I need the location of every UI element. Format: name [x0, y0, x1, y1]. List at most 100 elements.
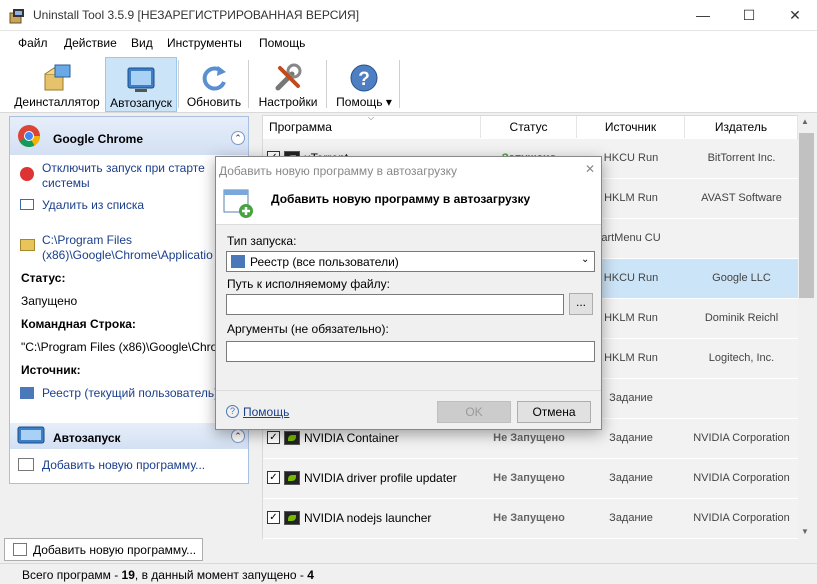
publisher-value: BitTorrent Inc. — [707, 152, 776, 164]
program-path-line1[interactable]: C:\Program Files — [42, 233, 132, 247]
dialog-title: Добавить новую программу в автозагрузку — [219, 164, 458, 178]
autorun-icon — [127, 67, 155, 92]
dialog-close-button[interactable]: ✕ — [585, 162, 595, 176]
status-value: Не Запущено — [493, 512, 565, 524]
source-label: Источник: — [21, 363, 81, 377]
add-program-button-label: Добавить новую программу... — [33, 543, 197, 557]
menu-file[interactable]: Файл — [18, 36, 48, 50]
toolbar-help-button[interactable]: ? Помощь ▾ — [330, 57, 398, 112]
column-header-status[interactable]: Статус — [481, 116, 577, 138]
row-checkbox[interactable]: ✓ — [267, 511, 280, 524]
cancel-button[interactable]: Отмена — [517, 401, 591, 423]
remove-from-list-link[interactable]: Удалить из списка — [42, 198, 144, 212]
disable-autorun-link-line2[interactable]: системы — [42, 176, 90, 190]
add-program-button[interactable]: Добавить новую программу... — [4, 538, 203, 561]
program-name: NVIDIA driver profile updater — [304, 471, 457, 485]
sort-arrow-icon: ⌵ — [368, 113, 375, 122]
command-line-value: "C:\Program Files (x86)\Google\Chro — [21, 340, 218, 354]
exe-path-label: Путь к исполняемому файлу: — [227, 277, 390, 291]
add-window-icon — [223, 189, 253, 218]
scrollbar-thumb[interactable] — [799, 133, 814, 298]
toolbar-autorun-label: Автозапуск — [110, 96, 172, 110]
arguments-input[interactable] — [226, 341, 595, 362]
help-circle-icon: ? — [226, 405, 239, 418]
publisher-value: NVIDIA Corporation — [693, 432, 790, 444]
publisher-value: NVIDIA Corporation — [693, 512, 790, 524]
status-value: Не Запущено — [493, 472, 565, 484]
window-title: Uninstall Tool 3.5.9 [НЕЗАРЕГИСТРИРОВАНН… — [33, 8, 360, 22]
refresh-icon — [202, 66, 226, 91]
toolbar-uninstaller-label: Деинсталлятор — [14, 95, 100, 109]
program-icon — [284, 431, 300, 445]
menu-action[interactable]: Действие — [64, 36, 117, 50]
chrome-icon — [18, 125, 40, 147]
toolbar-autorun-button[interactable]: Автозапуск — [105, 57, 177, 112]
disable-autorun-link[interactable]: Отключить запуск при старте — [42, 161, 205, 175]
registry-icon — [231, 255, 245, 268]
toolbar-separator — [399, 60, 400, 108]
source-value: Задание — [609, 432, 653, 444]
publisher-value: NVIDIA Corporation — [693, 472, 790, 484]
status-text: Всего программ - 19, в данный момент зап… — [22, 568, 314, 582]
scroll-up-arrow-icon[interactable]: ▲ — [801, 117, 809, 126]
collapse-autorun-button[interactable]: ⌃ — [231, 429, 245, 443]
menu-help[interactable]: Помощь — [259, 36, 305, 50]
status-bar: Всего программ - 19, в данный момент зап… — [0, 563, 817, 584]
toolbar-refresh-button[interactable]: Обновить — [182, 57, 246, 112]
minimize-button[interactable]: — — [680, 0, 726, 31]
row-checkbox[interactable]: ✓ — [267, 471, 280, 484]
toolbar-separator — [178, 60, 179, 108]
toolbar-settings-button[interactable]: Настройки — [252, 57, 324, 112]
publisher-value: Dominik Reichl — [704, 312, 779, 324]
remove-from-list-icon — [20, 199, 34, 210]
toolbar-help-label: Помощь ▾ — [336, 95, 392, 109]
folder-icon — [20, 239, 35, 251]
command-line-label: Командная Строка: — [21, 317, 136, 331]
autorun-section-icon — [17, 426, 45, 444]
add-program-icon — [13, 543, 27, 556]
column-header-source[interactable]: Источник — [577, 116, 685, 138]
menu-view[interactable]: Вид — [131, 36, 153, 50]
app-icon — [9, 9, 24, 24]
row-checkbox[interactable]: ✓ — [267, 431, 280, 444]
toolbar-separator — [326, 60, 327, 108]
column-header-publisher[interactable]: Издатель — [685, 116, 798, 138]
help-icon: ? — [350, 64, 378, 92]
status-value: Не Запущено — [493, 432, 565, 444]
dialog-divider — [216, 390, 601, 391]
toolbar-uninstaller-button[interactable]: Деинсталлятор — [10, 57, 104, 112]
autorun-section-header — [10, 423, 248, 449]
exe-path-input[interactable] — [226, 294, 564, 315]
tools-icon — [275, 63, 302, 91]
svg-text:?: ? — [358, 69, 370, 90]
program-name: NVIDIA nodejs launcher — [304, 511, 432, 525]
menu-bar — [0, 31, 817, 56]
source-value: Задание — [609, 472, 653, 484]
browse-button[interactable]: ... — [569, 293, 593, 315]
dialog-header-title: Добавить новую программу в автозагрузку — [271, 192, 531, 206]
uninstaller-icon — [44, 64, 71, 91]
autorun-section-title: Автозапуск — [53, 431, 121, 445]
status-label: Статус: — [21, 271, 66, 285]
selected-app-name: Google Chrome — [53, 132, 144, 146]
program-icon — [284, 471, 300, 485]
scroll-down-arrow-icon[interactable]: ▼ — [801, 527, 809, 536]
source-value: Задание — [609, 512, 653, 524]
source-value-link[interactable]: Реестр (текущий пользователь) — [42, 386, 218, 400]
launch-type-select[interactable]: Реестр (все пользователи) ⌄ — [226, 251, 595, 272]
toolbar-separator — [248, 60, 249, 108]
add-program-link[interactable]: Добавить новую программу... — [42, 458, 205, 472]
ok-button[interactable]: OK — [437, 401, 511, 423]
registry-icon — [20, 387, 34, 399]
collapse-details-button[interactable]: ⌃ — [231, 131, 245, 145]
close-button[interactable]: ✕ — [772, 0, 817, 31]
add-program-icon — [18, 458, 34, 471]
status-value: Запущено — [21, 294, 78, 308]
maximize-button[interactable]: ☐ — [726, 0, 772, 31]
publisher-value: Logitech, Inc. — [708, 352, 775, 364]
dialog-help-link[interactable]: Помощь — [243, 405, 289, 419]
toolbar-settings-label: Настройки — [258, 95, 318, 109]
menu-tools[interactable]: Инструменты — [167, 36, 242, 50]
publisher-value: Google LLC — [712, 272, 771, 284]
launch-type-value: Реестр (все пользователи) — [250, 255, 399, 269]
